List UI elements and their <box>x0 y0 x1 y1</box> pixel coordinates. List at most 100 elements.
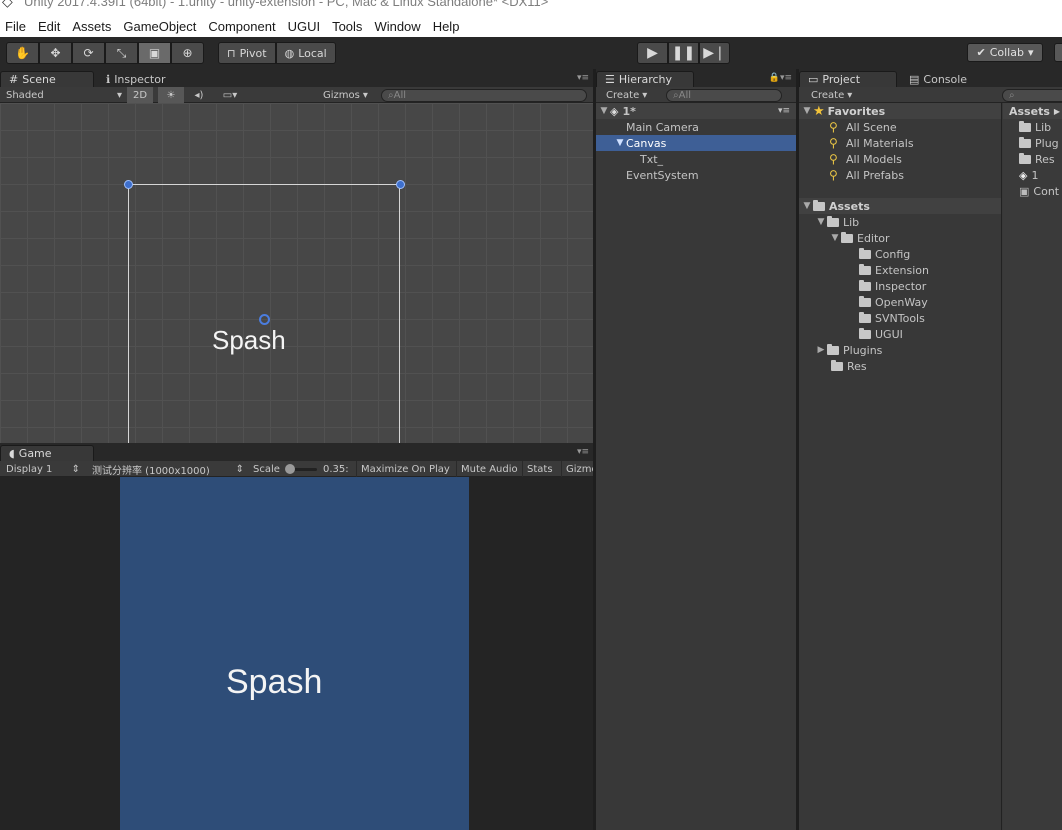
asset-folder[interactable]: UGUI <box>799 326 1001 342</box>
hierarchy-create-dropdown[interactable]: Create ▾ <box>606 87 647 103</box>
rect-handle-top-left[interactable] <box>124 180 133 189</box>
asset-list-item[interactable]: Res <box>1003 151 1062 167</box>
gizmos-dropdown[interactable]: Gizmos ▾ <box>323 87 368 103</box>
favorite-item[interactable]: ⚲ All Models <box>799 151 1001 167</box>
grid-icon: # <box>9 73 19 86</box>
hierarchy-search-input[interactable]: ⌕ All <box>666 89 782 102</box>
triangle-down-icon[interactable]: ▼ <box>614 138 626 148</box>
asset-folder-label: OpenWay <box>875 295 928 309</box>
menu-tools[interactable]: Tools <box>327 19 369 34</box>
pivot-button[interactable]: ⊓ Pivot <box>218 42 276 64</box>
asset-folder[interactable]: ▶ Plugins <box>799 342 1001 358</box>
tab-console[interactable]: ▤ Console <box>901 71 975 87</box>
collab-button[interactable]: ✔ Collab ▾ <box>967 43 1043 62</box>
resolution-dropdown[interactable]: 测试分辨率 (1000x1000) ⇕ <box>92 461 244 477</box>
tab-game[interactable]: ◖ Game <box>0 445 94 461</box>
project-create-dropdown[interactable]: Create ▾ <box>811 87 852 103</box>
asset-list-item[interactable]: Plug <box>1003 135 1062 151</box>
favorite-label: All Models <box>846 152 902 166</box>
pause-icon: ❚❚ <box>671 45 696 61</box>
asset-folder[interactable]: Extension <box>799 262 1001 278</box>
triangle-down-icon[interactable]: ▼ <box>829 233 841 243</box>
favorite-item[interactable]: ⚲ All Materials <box>799 135 1001 151</box>
pivot-handle[interactable] <box>259 314 270 325</box>
gizmos-dropdown[interactable]: Gizmo <box>561 461 593 477</box>
stepper-icon: ⇕ <box>71 463 80 475</box>
asset-folder[interactable]: Inspector <box>799 278 1001 294</box>
local-button[interactable]: ◍ Local <box>275 42 336 64</box>
folder-icon <box>1019 120 1031 132</box>
stepper-icon: ⇕ <box>235 463 244 475</box>
maximize-on-play-toggle[interactable]: Maximize On Play <box>356 461 454 477</box>
panel-menu-icon[interactable]: ▾≡ <box>577 447 589 457</box>
panel-menu-icon[interactable]: 🔒▾≡ <box>769 73 792 83</box>
asset-folder[interactable]: ▼ Lib <box>799 214 1001 230</box>
effects-dropdown[interactable]: ▭▾ <box>214 87 246 103</box>
slider-thumb[interactable] <box>285 463 295 474</box>
tab-project[interactable]: ▭ Project <box>799 71 897 87</box>
cloud-button[interactable] <box>1054 43 1062 62</box>
asset-folder[interactable]: Config <box>799 246 1001 262</box>
menu-window[interactable]: Window <box>369 19 427 34</box>
asset-list-label: Cont <box>1033 184 1060 198</box>
scene-root-row[interactable]: ▼ ◈ 1* ▾≡ <box>596 103 796 119</box>
toggle-2d-button[interactable]: 2D <box>127 87 153 103</box>
assets-header[interactable]: ▼ Assets <box>799 198 1001 214</box>
asset-folder[interactable]: OpenWay <box>799 294 1001 310</box>
scale-slider[interactable] <box>285 461 319 477</box>
pause-button[interactable]: ❚❚ <box>668 42 699 64</box>
rect-icon: ▣ <box>148 46 161 60</box>
scene-search-input[interactable]: ⌕ All <box>381 89 587 102</box>
favorite-label: All Materials <box>846 136 914 150</box>
menu-assets[interactable]: Assets <box>67 19 118 34</box>
step-button[interactable]: ▶❘ <box>699 42 730 64</box>
scene-text-element[interactable]: Spash <box>212 325 286 356</box>
asset-list-item[interactable]: Lib <box>1003 119 1062 135</box>
tab-inspector[interactable]: ℹ Inspector <box>98 71 174 87</box>
display-dropdown[interactable]: Display 1 ⇕ <box>6 461 80 477</box>
audio-toggle[interactable]: ◂) <box>186 87 212 103</box>
favorites-header[interactable]: ▼ ★ Favorites <box>799 103 1001 119</box>
rect-tool-button[interactable]: ▣ <box>138 42 171 64</box>
project-search-input[interactable]: ⌕ <box>1002 89 1062 102</box>
asset-folder[interactable]: SVNTools <box>799 310 1001 326</box>
triangle-right-icon[interactable]: ▶ <box>815 345 827 355</box>
favorite-item[interactable]: ⚲ All Scene <box>799 119 1001 135</box>
favorite-item[interactable]: ⚲ All Prefabs <box>799 167 1001 183</box>
play-icon: ▶ <box>647 45 658 61</box>
mute-audio-toggle[interactable]: Mute Audio <box>456 461 522 477</box>
asset-folder[interactable]: Res <box>799 358 1001 374</box>
hierarchy-item[interactable]: Main Camera <box>596 119 796 135</box>
lighting-toggle[interactable]: ☀ <box>158 87 184 103</box>
gizmos-label: Gizmos <box>323 89 360 101</box>
shading-dropdown[interactable]: Shaded ▾ <box>6 87 122 103</box>
triangle-down-icon[interactable]: ▼ <box>815 217 827 227</box>
play-button[interactable]: ▶ <box>637 42 668 64</box>
stats-toggle[interactable]: Stats <box>522 461 557 477</box>
move-tool-button[interactable]: ✥ <box>39 42 72 64</box>
menu-gameobject[interactable]: GameObject <box>118 19 203 34</box>
hierarchy-item[interactable]: Txt_ <box>596 151 796 167</box>
asset-list-item[interactable]: ▣ Cont <box>1003 183 1062 199</box>
panel-menu-icon[interactable]: ▾≡ <box>577 73 589 83</box>
asset-list-item[interactable]: ◈ 1 <box>1003 167 1062 183</box>
tab-hierarchy[interactable]: ☰ Hierarchy <box>596 71 694 87</box>
hierarchy-item[interactable]: EventSystem <box>596 167 796 183</box>
menu-edit[interactable]: Edit <box>33 19 67 34</box>
menu-component[interactable]: Component <box>203 19 282 34</box>
menu-ugui[interactable]: UGUI <box>283 19 328 34</box>
hierarchy-item[interactable]: ▼ Canvas <box>596 135 796 151</box>
menu-help[interactable]: Help <box>428 19 467 34</box>
scale-tool-button[interactable]: ⤡ <box>105 42 138 64</box>
game-viewport[interactable]: Spash <box>0 477 593 830</box>
transform-tool-button[interactable]: ⊕ <box>171 42 204 64</box>
folder-icon <box>831 359 843 371</box>
menu-file[interactable]: File <box>0 19 33 34</box>
rect-handle-top-right[interactable] <box>396 180 405 189</box>
rotate-tool-button[interactable]: ⟳ <box>72 42 105 64</box>
asset-folder[interactable]: ▼ Editor <box>799 230 1001 246</box>
hand-tool-button[interactable]: ✋ <box>6 42 39 64</box>
tab-scene[interactable]: # Scene <box>0 71 94 87</box>
hierarchy-tabbar: ☰ Hierarchy 🔒▾≡ <box>596 69 796 87</box>
row-menu-icon[interactable]: ▾≡ <box>778 106 790 116</box>
